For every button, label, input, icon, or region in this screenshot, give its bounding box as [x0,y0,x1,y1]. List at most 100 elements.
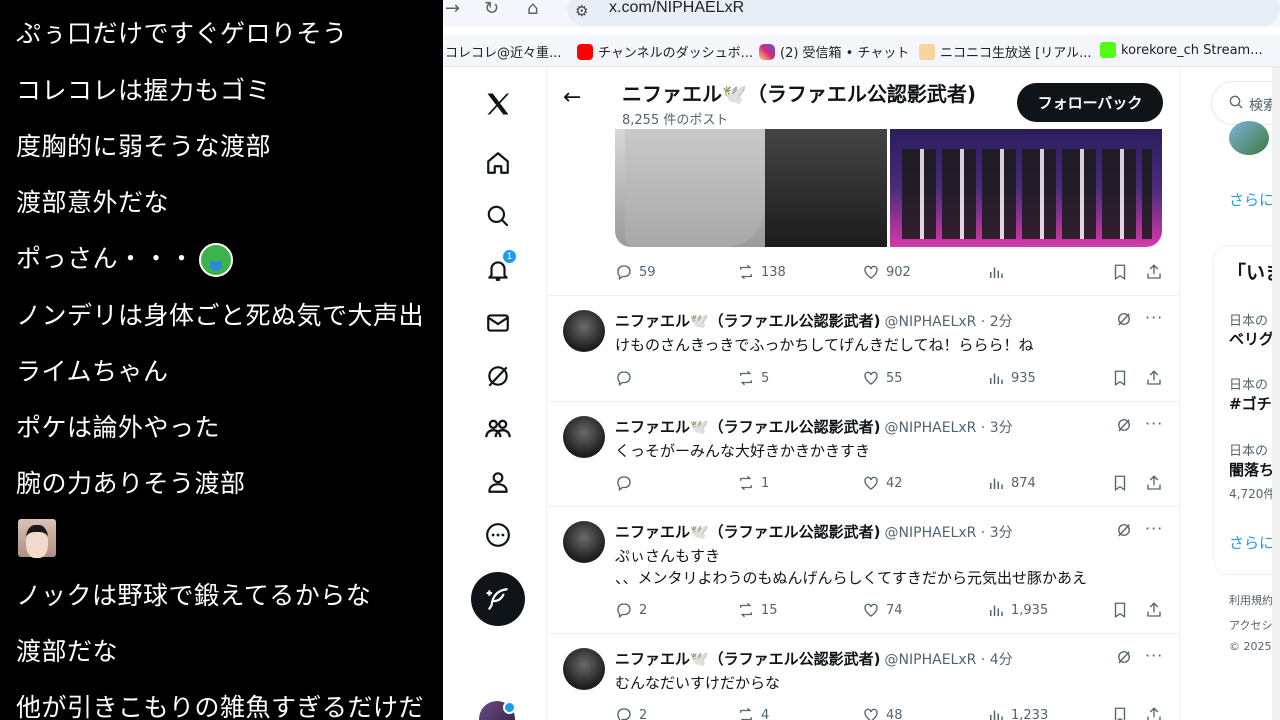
tweet-avatar[interactable] [563,521,605,563]
grok-icon[interactable] [1115,310,1133,332]
views-button[interactable] [987,263,1005,281]
reply-button[interactable]: 2 [615,706,647,720]
back-arrow-icon[interactable]: ← [563,85,581,110]
tweet-handle-time[interactable]: @NIPHAELxR · 3分 [885,522,1013,542]
mail-icon[interactable] [483,308,513,338]
footer-link[interactable]: アクセシ [1229,617,1272,633]
repost-button[interactable]: 138 [737,263,786,281]
search-box[interactable]: 検索 [1211,81,1280,125]
share-icon[interactable] [1145,474,1163,496]
show-more-link[interactable]: さらに [1229,532,1274,553]
like-button[interactable]: 902 [862,263,911,281]
views-button[interactable]: 935 [987,369,1036,387]
like-count: 55 [886,370,903,386]
communities-icon[interactable] [483,414,513,444]
profile-icon[interactable] [483,467,513,497]
reply-button[interactable] [615,474,639,492]
tweet[interactable]: ニファエル🕊️（ラファエル公認影武者) @NIPHAELxR · 3分 ··· … [547,401,1179,506]
site-settings-icon[interactable]: ⚙ [575,2,588,20]
bookmark-item[interactable]: korekore_ch Stream... [1100,42,1263,58]
bookmark-icon[interactable] [1111,601,1129,623]
trend-title[interactable]: 闇落ち [1229,459,1274,480]
reply-button[interactable]: 2 [615,601,647,619]
suggested-user-avatar[interactable] [1229,121,1269,155]
reload-icon[interactable]: ↻ [484,0,499,19]
more-options-icon[interactable]: ··· [1145,646,1163,665]
browser-window: → ↻ ⌂ ⚙ x.com/NIPHAELxR コレコレ@近々重... チャンネ… [443,0,1280,720]
repost-button[interactable]: 15 [737,601,778,619]
more-options-icon[interactable]: ··· [1145,308,1163,327]
grok-icon[interactable] [1115,416,1133,438]
chat-message: ポっさん・・・ [16,244,195,273]
share-icon[interactable] [1145,263,1163,285]
tweet-author-name[interactable]: ニファエル🕊️（ラファエル公認影武者) [615,521,881,542]
reply-icon [617,476,631,492]
footer-link[interactable]: 利用規約 [1229,592,1273,608]
tweet-media-image[interactable] [615,129,887,247]
show-more-link[interactable]: さらに [1229,189,1274,210]
forward-icon[interactable]: → [445,0,460,19]
bookmark-item[interactable]: ニコニコ生放送 [リアル... [919,42,1091,61]
tweet-avatar[interactable] [563,648,605,690]
like-button[interactable]: 55 [862,369,903,387]
like-button[interactable]: 42 [862,474,903,492]
tweet-author-name[interactable]: ニファエル🕊️（ラファエル公認影武者) [615,310,881,331]
tweet-author-name[interactable]: ニファエル🕊️（ラファエル公認影武者) [615,648,881,669]
home-icon[interactable] [483,148,513,178]
search-icon[interactable] [483,201,513,231]
tweet-author-name[interactable]: ニファエル🕊️（ラファエル公認影武者) [615,416,881,437]
kick-icon [1100,42,1116,58]
tweet-text-line: くっそがーみんな大好きかきかきすき [615,442,871,460]
more-icon[interactable] [483,520,513,550]
niconico-icon [919,43,935,60]
bookmark-item[interactable]: チャンネルのダッシュボ... [577,42,753,61]
bookmark-icon[interactable] [1111,474,1129,496]
bookmark-item[interactable]: (2) 受信箱 • チャット [759,42,909,61]
repost-button[interactable]: 4 [737,706,769,720]
home-button-icon[interactable]: ⌂ [527,0,538,19]
bookmark-label: korekore_ch Stream... [1121,42,1263,58]
like-button[interactable]: 74 [862,601,903,619]
bookmark-icon[interactable] [1111,263,1129,285]
grok-icon[interactable] [483,361,513,391]
compose-post-button[interactable] [471,572,525,626]
notifications-bell-icon[interactable]: 1 [483,249,517,285]
share-icon[interactable] [1145,706,1163,720]
trend-context: 日本の [1229,378,1269,393]
views-button[interactable]: 1,233 [987,706,1048,720]
share-icon[interactable] [1145,369,1163,391]
more-options-icon[interactable]: ··· [1145,414,1163,433]
account-avatar[interactable] [479,701,516,720]
bookmark-item[interactable]: コレコレ@近々重... [445,42,561,61]
reply-button[interactable] [615,369,639,387]
repost-button[interactable]: 5 [737,369,769,387]
reply-count: 2 [639,602,648,618]
grok-icon[interactable] [1115,521,1133,543]
follow-back-button[interactable]: フォローバック [1017,83,1163,122]
views-button[interactable]: 874 [987,474,1036,492]
tweet-handle-time[interactable]: @NIPHAELxR · 4分 [885,649,1013,669]
chat-message: コレコレは握力もゴミ [16,76,272,105]
address-bar[interactable]: ⚙ x.com/NIPHAELxR [567,0,1280,26]
tweet-handle-time[interactable]: @NIPHAELxR · 3分 [885,417,1013,437]
tweet-avatar[interactable] [563,416,605,458]
repost-button[interactable]: 1 [737,474,769,492]
page-scrollbar[interactable] [1272,67,1280,720]
x-logo-icon[interactable] [483,89,513,119]
tweet-avatar[interactable] [563,310,605,352]
views-button[interactable]: 1,935 [987,601,1048,619]
more-options-icon[interactable]: ··· [1145,519,1163,538]
tweet[interactable]: ニファエル🕊️（ラファエル公認影武者) @NIPHAELxR · 2分 ··· … [547,295,1179,401]
tweet-header: ニファエル🕊️（ラファエル公認影武者) @NIPHAELxR · 2分 [615,310,1013,331]
tweet[interactable]: ニファエル🕊️（ラファエル公認影武者) @NIPHAELxR · 3分 ··· … [547,506,1179,633]
share-icon[interactable] [1145,601,1163,623]
reply-button[interactable]: 59 [615,263,656,281]
bookmark-icon[interactable] [1111,706,1129,720]
tweet[interactable]: ニファエル🕊️（ラファエル公認影武者) @NIPHAELxR · 4分 ··· … [547,633,1179,720]
trend-title[interactable]: ベリグ [1229,328,1274,349]
bookmark-icon[interactable] [1111,369,1129,391]
tweet-media-image[interactable] [890,129,1162,247]
like-button[interactable]: 48 [862,706,903,720]
tweet-handle-time[interactable]: @NIPHAELxR · 2分 [885,311,1013,331]
grok-icon[interactable] [1115,648,1133,670]
